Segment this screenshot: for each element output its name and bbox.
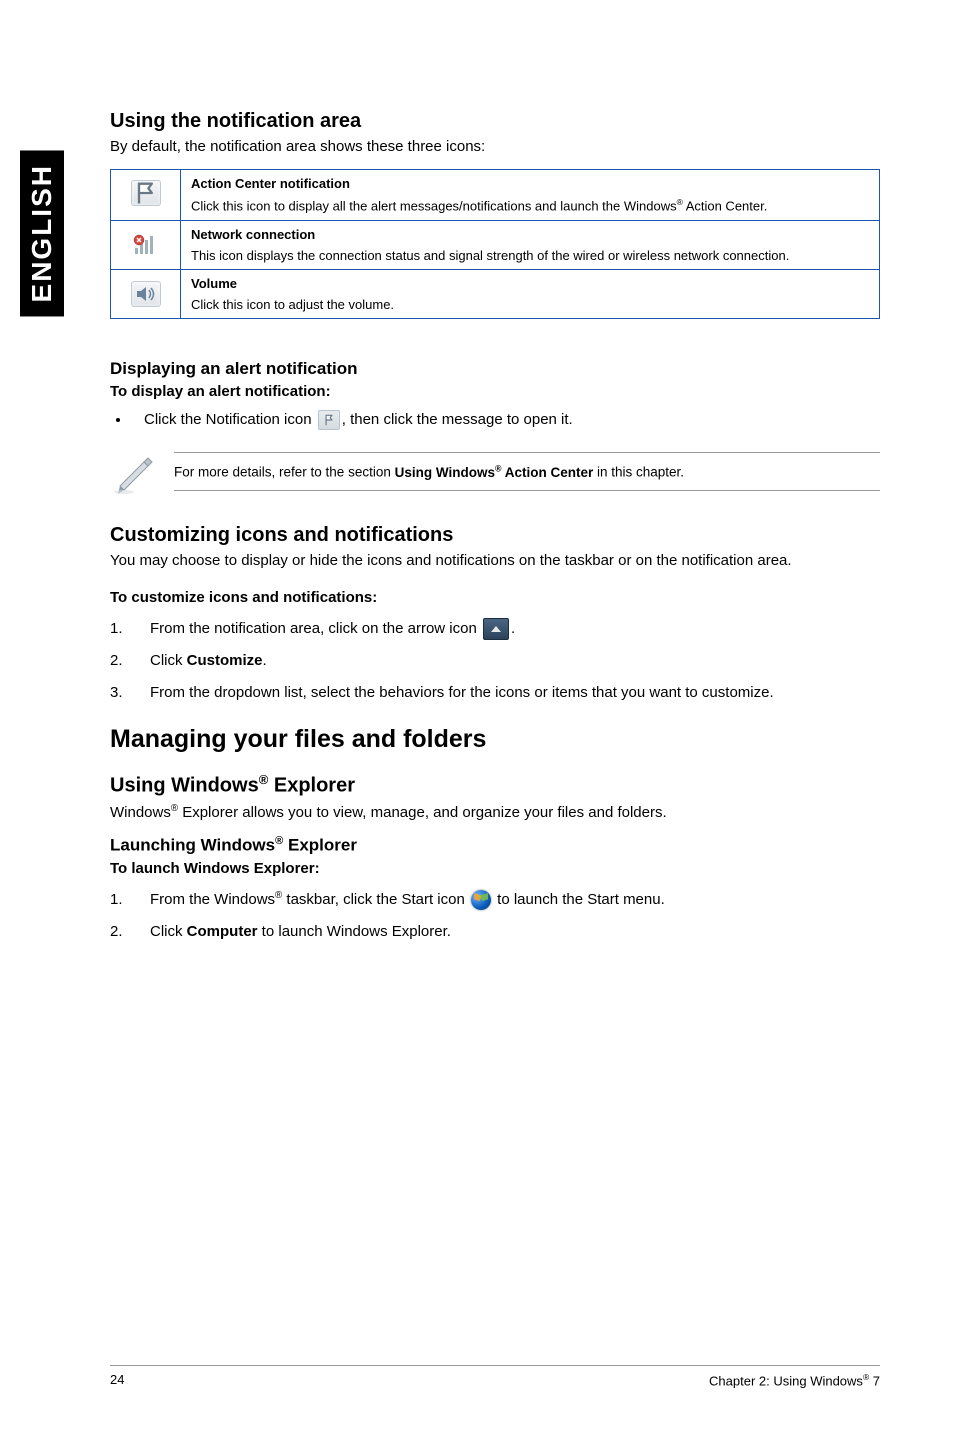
- arrow-up-icon: [483, 618, 509, 640]
- action-center-flag-icon: [131, 180, 161, 206]
- notification-icons-table: Action Center notification Click this ic…: [110, 169, 880, 318]
- intro-customizing: You may choose to display or hide the ic…: [110, 551, 880, 571]
- icon-cell: [111, 170, 181, 220]
- step-text: From the dropdown list, select the behav…: [150, 682, 774, 704]
- bullet-icon: [116, 418, 120, 422]
- icon-cell: [111, 220, 181, 269]
- intro-windows-explorer: Windows® Explorer allows you to view, ma…: [110, 802, 880, 823]
- list-item: 3. From the dropdown list, select the be…: [110, 682, 880, 704]
- cell-content: Network connection This icon displays th…: [181, 220, 880, 269]
- intro-notification-area: By default, the notification area shows …: [110, 137, 880, 157]
- cell-title: Network connection: [191, 227, 869, 242]
- note-block: For more details, refer to the section U…: [110, 448, 880, 496]
- list-item: 1. From the Windows® taskbar, click the …: [110, 889, 880, 911]
- cell-title: Volume: [191, 276, 869, 291]
- list-item: 1. From the notification area, click on …: [110, 618, 880, 640]
- heading-customizing: Customizing icons and notifications: [110, 524, 880, 547]
- icon-cell: [111, 269, 181, 318]
- heading-display-alert: Displaying an alert notification: [110, 359, 880, 379]
- heading-notification-area: Using the notification area: [110, 110, 880, 133]
- volume-icon: [131, 281, 161, 307]
- start-orb-icon: [471, 890, 491, 910]
- step-text: From the Windows® taskbar, click the Sta…: [150, 889, 665, 911]
- cell-desc: Click this icon to adjust the volume.: [191, 297, 869, 312]
- step-number: 3.: [110, 682, 150, 704]
- bullet-click-notification: Click the Notification icon , then click…: [110, 410, 880, 430]
- step-number: 2.: [110, 921, 150, 943]
- subheading-customize: To customize icons and notifications:: [110, 589, 880, 606]
- cell-desc: Click this icon to display all the alert…: [191, 197, 869, 213]
- step-number: 2.: [110, 650, 150, 672]
- step-text: Click Computer to launch Windows Explore…: [150, 921, 451, 943]
- bullet-text: Click the Notification icon , then click…: [144, 410, 573, 430]
- table-row: Network connection This icon displays th…: [111, 220, 880, 269]
- launch-steps: 1. From the Windows® taskbar, click the …: [110, 889, 880, 943]
- table-row: Volume Click this icon to adjust the vol…: [111, 269, 880, 318]
- step-text: Click Customize.: [150, 650, 267, 672]
- chapter-label: Chapter 2: Using Windows® 7: [709, 1372, 880, 1388]
- language-tab: ENGLISH: [20, 150, 64, 316]
- heading-windows-explorer: Using Windows® Explorer: [110, 772, 880, 798]
- cell-content: Volume Click this icon to adjust the vol…: [181, 269, 880, 318]
- page-number: 24: [110, 1372, 124, 1388]
- page-content: Using the notification area By default, …: [110, 110, 880, 960]
- pencil-note-icon: [110, 448, 158, 496]
- list-item: 2. Click Computer to launch Windows Expl…: [110, 921, 880, 943]
- cell-desc: This icon displays the connection status…: [191, 248, 869, 263]
- subheading-display-alert: To display an alert notification:: [110, 383, 880, 400]
- cell-title: Action Center notification: [191, 176, 869, 191]
- step-number: 1.: [110, 618, 150, 640]
- note-text: For more details, refer to the section U…: [174, 452, 880, 491]
- heading-launching-explorer: Launching Windows® Explorer: [110, 835, 880, 856]
- page-footer: 24 Chapter 2: Using Windows® 7: [110, 1365, 880, 1388]
- step-number: 1.: [110, 889, 150, 911]
- notification-flag-icon: [318, 410, 340, 430]
- step-text: From the notification area, click on the…: [150, 618, 515, 640]
- heading-managing-files: Managing your files and folders: [110, 725, 880, 754]
- table-row: Action Center notification Click this ic…: [111, 170, 880, 220]
- customize-steps: 1. From the notification area, click on …: [110, 618, 880, 704]
- network-icon: [131, 230, 161, 256]
- subheading-launch-explorer: To launch Windows Explorer:: [110, 860, 880, 877]
- cell-content: Action Center notification Click this ic…: [181, 170, 880, 220]
- list-item: 2. Click Customize.: [110, 650, 880, 672]
